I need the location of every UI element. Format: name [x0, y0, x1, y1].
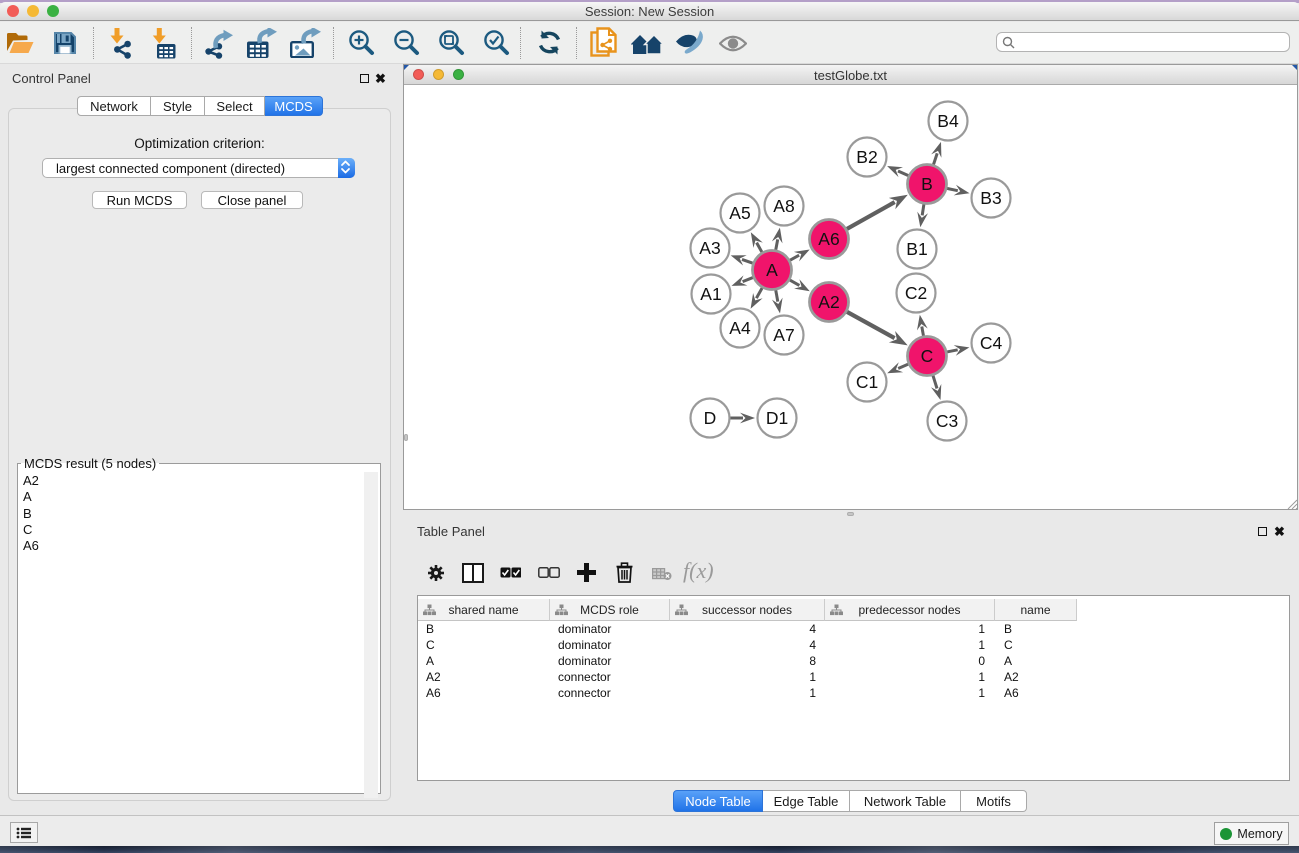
svg-text:A2: A2 — [818, 292, 839, 312]
svg-text:C2: C2 — [905, 283, 927, 303]
svg-text:D1: D1 — [766, 408, 788, 428]
svg-text:D: D — [704, 408, 717, 428]
svg-text:B4: B4 — [937, 111, 959, 131]
svg-text:A: A — [766, 260, 778, 280]
svg-text:A6: A6 — [818, 229, 839, 249]
svg-text:A1: A1 — [700, 284, 721, 304]
svg-text:C: C — [921, 346, 934, 366]
svg-text:B3: B3 — [980, 188, 1001, 208]
svg-text:C4: C4 — [980, 333, 1003, 353]
svg-text:B1: B1 — [906, 239, 927, 259]
svg-text:B2: B2 — [856, 147, 877, 167]
svg-text:A8: A8 — [773, 196, 794, 216]
svg-text:A5: A5 — [729, 203, 750, 223]
svg-text:A7: A7 — [773, 325, 794, 345]
svg-text:C1: C1 — [856, 372, 878, 392]
svg-text:A3: A3 — [699, 238, 720, 258]
svg-text:A4: A4 — [729, 318, 751, 338]
svg-text:C3: C3 — [936, 411, 958, 431]
svg-text:B: B — [921, 174, 933, 194]
